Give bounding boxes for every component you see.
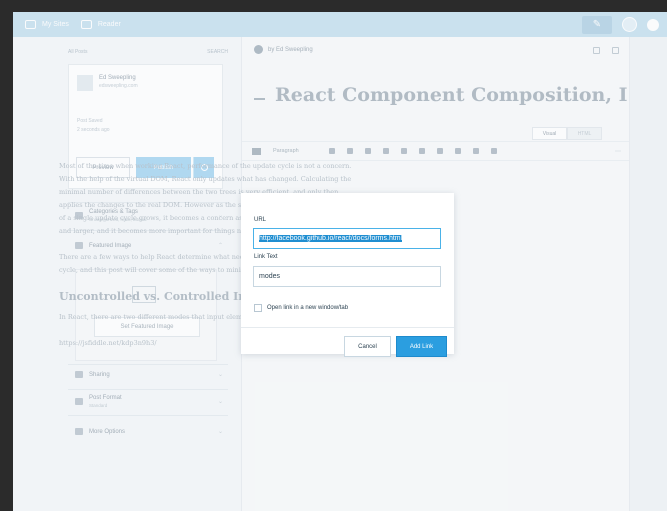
link-text-label: Link Text <box>254 254 278 260</box>
cancel-button[interactable]: Cancel <box>344 336 391 357</box>
app-frame: My Sites Reader ✎ All Posts SEARCH Ed Sw… <box>13 12 667 511</box>
open-new-window-option[interactable]: Open link in a new window/tab <box>254 304 348 312</box>
link-text-input[interactable]: modes <box>253 266 441 287</box>
add-link-button[interactable]: Add Link <box>396 336 447 357</box>
open-new-window-label: Open link in a new window/tab <box>267 305 349 311</box>
url-input[interactable]: http://facebook.github.io/react/docs/for… <box>253 228 441 249</box>
insert-link-dialog: URL http://facebook.github.io/react/docs… <box>241 193 454 357</box>
url-selected-text: http://facebook.github.io/react/docs/for… <box>259 235 403 242</box>
url-label: URL <box>254 217 267 223</box>
link-text-value: modes <box>259 273 281 280</box>
dialog-footer-divider <box>241 327 454 328</box>
open-new-window-checkbox[interactable] <box>254 304 262 312</box>
